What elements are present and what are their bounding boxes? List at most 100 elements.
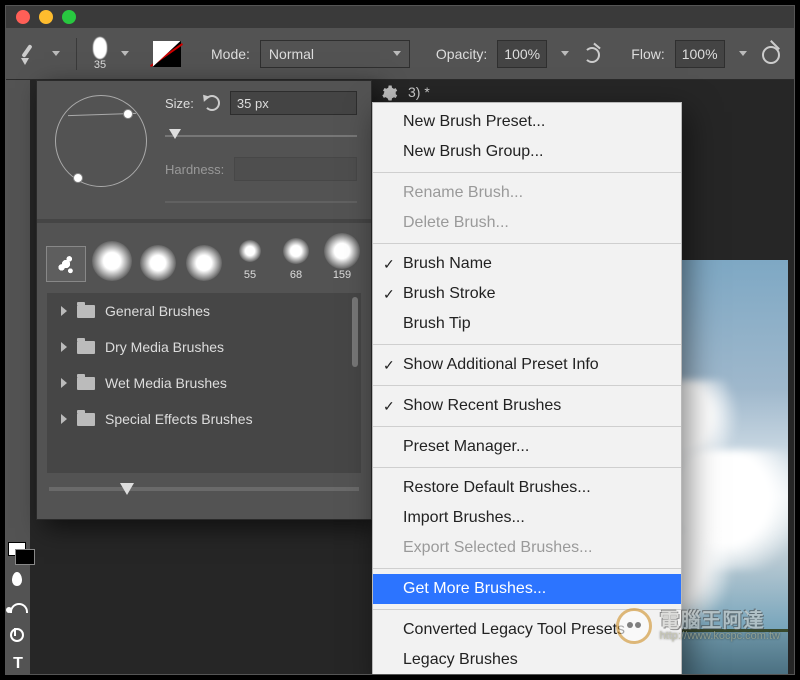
brush-preset-panel: Size: 35 px Hardness:: [36, 80, 372, 520]
menu-item[interactable]: Show Recent Brushes: [373, 391, 681, 421]
menu-item[interactable]: Legacy Brushes: [373, 645, 681, 675]
disclosure-icon: [61, 414, 67, 424]
brush-preset-dropdown-icon[interactable]: [121, 51, 129, 56]
tool-brush-icon[interactable]: [16, 43, 38, 65]
opacity-value: 100%: [504, 46, 540, 62]
brush-thumb[interactable]: [47, 247, 85, 281]
disclosure-icon: [61, 306, 67, 316]
brush-thumb-label: 159: [333, 269, 351, 281]
brush-panel-flyout-menu: New Brush Preset...New Brush Group...Ren…: [372, 102, 682, 675]
brush-folder-item[interactable]: Wet Media Brushes: [47, 365, 361, 401]
brush-size-value: 35 px: [237, 96, 269, 111]
traffic-light-minimize[interactable]: [39, 10, 53, 24]
folder-icon: [77, 305, 95, 318]
menu-item: Delete Brush...: [373, 208, 681, 238]
brush-thumb[interactable]: 68: [277, 233, 315, 281]
traffic-light-zoom[interactable]: [62, 10, 76, 24]
watermark-text: 電腦王阿達: [660, 611, 780, 631]
flow-label: Flow:: [631, 46, 664, 62]
airbrush-icon[interactable]: [757, 41, 783, 67]
tool-dropdown-icon[interactable]: [52, 51, 60, 56]
hardness-input: [234, 157, 357, 181]
menu-item[interactable]: Show Additional Preset Info: [373, 350, 681, 380]
menu-separator: [373, 344, 681, 345]
folder-icon: [77, 341, 95, 354]
menu-item[interactable]: Get More Brushes...: [373, 574, 681, 604]
brush-thumb[interactable]: 159: [323, 233, 361, 281]
disclosure-icon: [61, 342, 67, 352]
menu-separator: [373, 568, 681, 569]
menu-separator: [373, 385, 681, 386]
document-tab-fragment: 3) *: [408, 84, 430, 100]
brush-tip-icon: [93, 37, 107, 59]
watermark-logo-icon: [616, 608, 652, 644]
menu-item[interactable]: Brush Name: [373, 249, 681, 279]
blur-tool-icon[interactable]: [8, 569, 28, 580]
brush-size-badge: 35: [94, 59, 106, 71]
flow-dropdown-icon[interactable]: [739, 51, 747, 56]
brush-folder-item[interactable]: General Brushes: [47, 293, 361, 329]
hardness-label: Hardness:: [165, 162, 224, 177]
reset-size-icon[interactable]: [204, 95, 220, 111]
hardness-slider: [165, 195, 357, 209]
folder-label: Wet Media Brushes: [105, 375, 227, 391]
brush-thumb[interactable]: [139, 245, 177, 281]
folder-icon: [77, 377, 95, 390]
brush-thumb[interactable]: 55: [231, 233, 269, 281]
watermark-url: http://www.kocpc.com.tw: [660, 631, 780, 642]
menu-item[interactable]: New Brush Preset...: [373, 107, 681, 137]
pressure-opacity-icon[interactable]: [579, 41, 605, 67]
watermark: 電腦王阿達 http://www.kocpc.com.tw: [616, 608, 780, 644]
brush-folder-list[interactable]: General Brushes Dry Media Brushes Wet Me…: [47, 293, 361, 473]
folder-icon: [77, 413, 95, 426]
opacity-input[interactable]: 100%: [497, 40, 547, 68]
menu-item[interactable]: Brush Tip: [373, 309, 681, 339]
brush-panel-toggle-icon[interactable]: [153, 41, 181, 67]
flow-value: 100%: [682, 46, 718, 62]
menu-item[interactable]: Preset Manager...: [373, 432, 681, 462]
traffic-light-close[interactable]: [16, 10, 30, 24]
app-window: 35 Mode: Normal Opacity: 100% Flow: 100%: [5, 5, 795, 675]
brush-folder-item[interactable]: Dry Media Brushes: [47, 329, 361, 365]
menu-separator: [373, 467, 681, 468]
blend-mode-value: Normal: [269, 46, 314, 62]
brush-preset-picker[interactable]: 35: [93, 37, 107, 71]
menu-separator: [373, 243, 681, 244]
menu-item[interactable]: Import Brushes...: [373, 503, 681, 533]
options-bar: 35 Mode: Normal Opacity: 100% Flow: 100%: [6, 28, 794, 80]
blend-mode-select[interactable]: Normal: [260, 40, 410, 68]
menu-separator: [373, 172, 681, 173]
brush-thumb[interactable]: [93, 241, 131, 281]
opacity-label: Opacity:: [436, 46, 487, 62]
brush-angle-wheel[interactable]: [51, 91, 151, 191]
disclosure-icon: [61, 378, 67, 388]
opacity-dropdown-icon[interactable]: [561, 51, 569, 56]
flow-input[interactable]: 100%: [675, 40, 725, 68]
folder-label: Special Effects Brushes: [105, 411, 253, 427]
menu-item[interactable]: Brush Stroke: [373, 279, 681, 309]
scrollbar[interactable]: [352, 297, 358, 367]
type-tool-icon[interactable]: T: [8, 654, 28, 674]
recent-brushes-row: 55 68 159: [37, 227, 371, 287]
folder-label: Dry Media Brushes: [105, 339, 224, 355]
thumbnail-size-slider[interactable]: [37, 473, 371, 499]
dodge-tool-icon[interactable]: [8, 626, 28, 637]
brush-thumb-label: 55: [244, 269, 256, 281]
menu-item[interactable]: New Brush Group...: [373, 137, 681, 167]
divider: [76, 38, 77, 70]
folder-label: General Brushes: [105, 303, 210, 319]
tools-panel: T: [6, 80, 30, 674]
brush-folder-item[interactable]: Special Effects Brushes: [47, 401, 361, 437]
menu-item[interactable]: Restore Default Brushes...: [373, 473, 681, 503]
chevron-down-icon: [393, 51, 401, 56]
brush-size-input[interactable]: 35 px: [230, 91, 357, 115]
titlebar: [6, 6, 794, 28]
size-slider[interactable]: [165, 129, 357, 143]
menu-item: Export Selected Brushes...: [373, 533, 681, 563]
size-label: Size:: [165, 96, 194, 111]
mode-label: Mode:: [211, 46, 250, 62]
swatches-icon[interactable]: [8, 540, 28, 551]
brush-thumb[interactable]: [185, 245, 223, 281]
smudge-tool-icon[interactable]: [8, 597, 28, 608]
brush-thumb-label: 68: [290, 269, 302, 281]
